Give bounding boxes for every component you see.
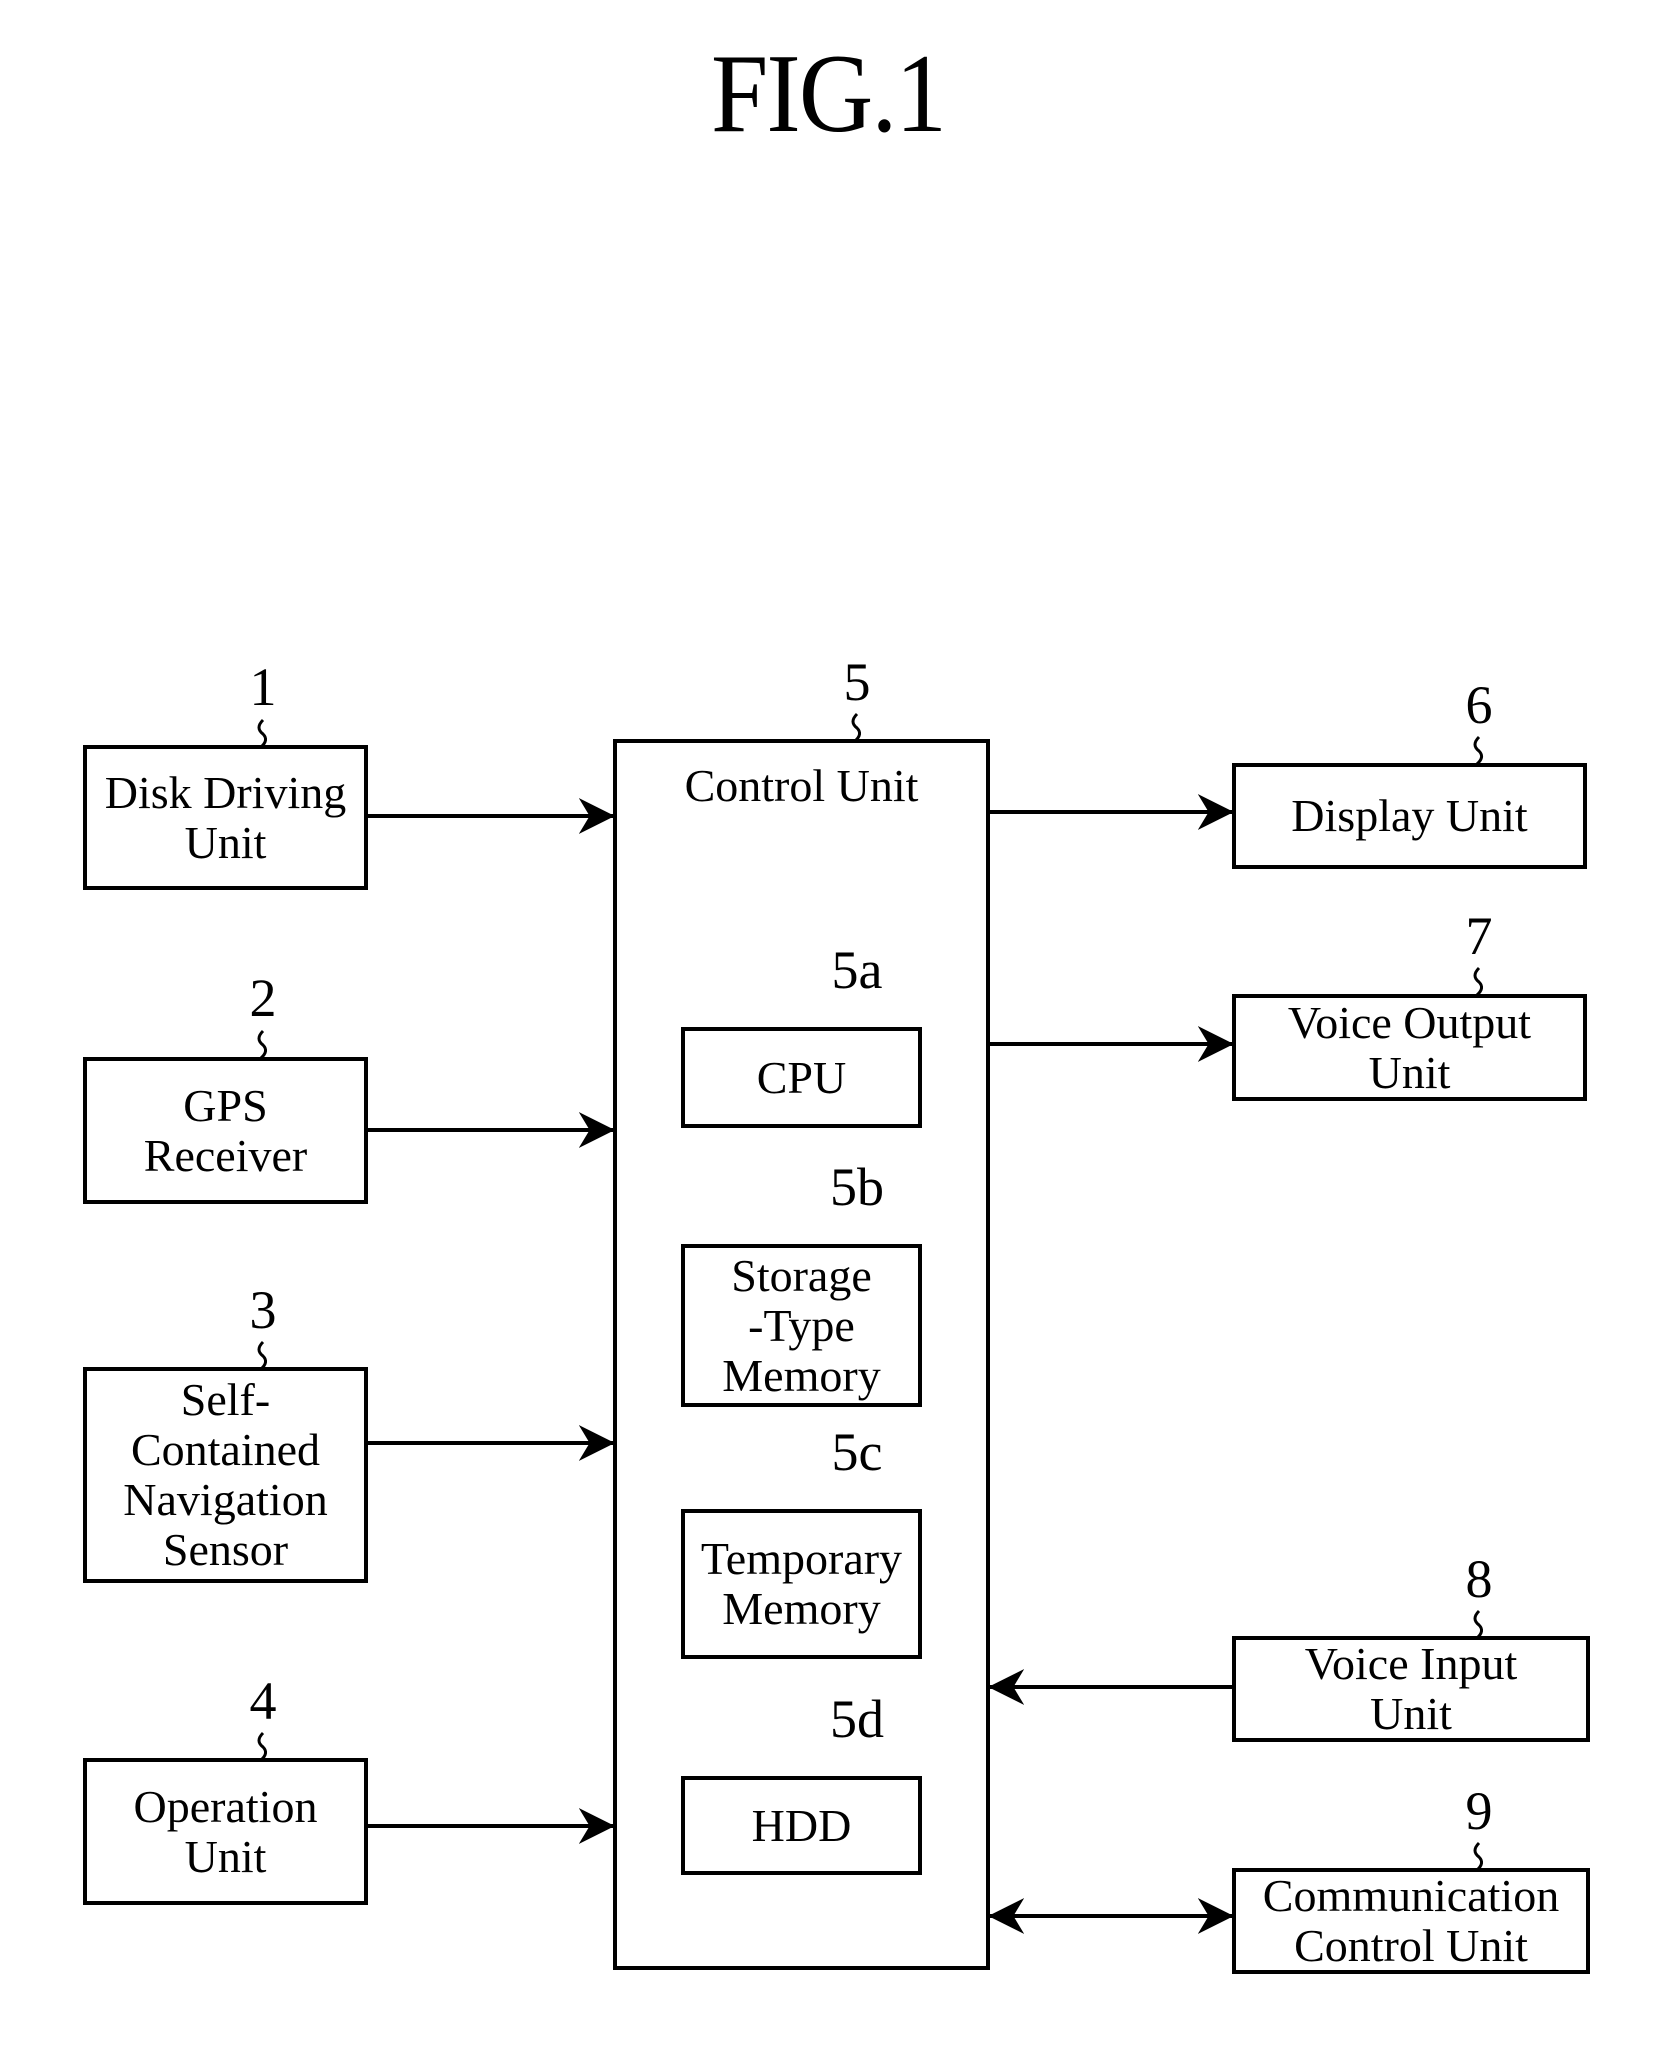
navigation-sensor-block: Self- Contained Navigation Sensor [83, 1367, 368, 1583]
display-unit-block: Display Unit [1232, 763, 1587, 869]
leader-4 [257, 1731, 268, 1762]
ref-label-5b: 5b [830, 1157, 884, 1217]
ref-label-4: 4 [249, 1671, 277, 1731]
leader-1 [257, 718, 268, 749]
ref-label-8: 8 [1465, 1549, 1493, 1609]
hdd-block: HDD [681, 1776, 922, 1875]
ref-label-6: 6 [1465, 675, 1493, 735]
leader-5 [851, 712, 862, 743]
ref-label-5: 5 [843, 652, 871, 712]
leader-6 [1473, 735, 1484, 766]
ref-label-5c: 5c [831, 1422, 883, 1482]
control-unit-label: Control Unit [684, 760, 919, 811]
ref-label-2: 2 [249, 968, 277, 1028]
cpu-block: CPU [681, 1027, 922, 1128]
leader-3 [257, 1340, 268, 1371]
leader-7 [1473, 966, 1484, 997]
leader-2 [257, 1029, 268, 1060]
storage-type-memory-block: Storage -Type Memory [681, 1244, 922, 1407]
communication-control-unit-block: Communication Control Unit [1232, 1868, 1590, 1974]
operation-unit-block: Operation Unit [83, 1758, 368, 1905]
voice-output-unit-block: Voice Output Unit [1232, 994, 1587, 1101]
ref-label-3: 3 [249, 1280, 277, 1340]
gps-receiver-block: GPS Receiver [83, 1057, 368, 1204]
ref-label-5d: 5d [830, 1689, 884, 1749]
ref-label-9: 9 [1465, 1781, 1493, 1841]
leader-8 [1473, 1609, 1484, 1640]
temporary-memory-block: Temporary Memory [681, 1509, 922, 1659]
ref-label-7: 7 [1465, 906, 1493, 966]
ref-label-1: 1 [249, 657, 277, 717]
voice-input-unit-block: Voice Input Unit [1232, 1636, 1590, 1742]
leader-9 [1473, 1841, 1484, 1872]
disk-driving-unit-block: Disk Driving Unit [83, 745, 368, 890]
ref-label-5a: 5a [831, 940, 883, 1000]
